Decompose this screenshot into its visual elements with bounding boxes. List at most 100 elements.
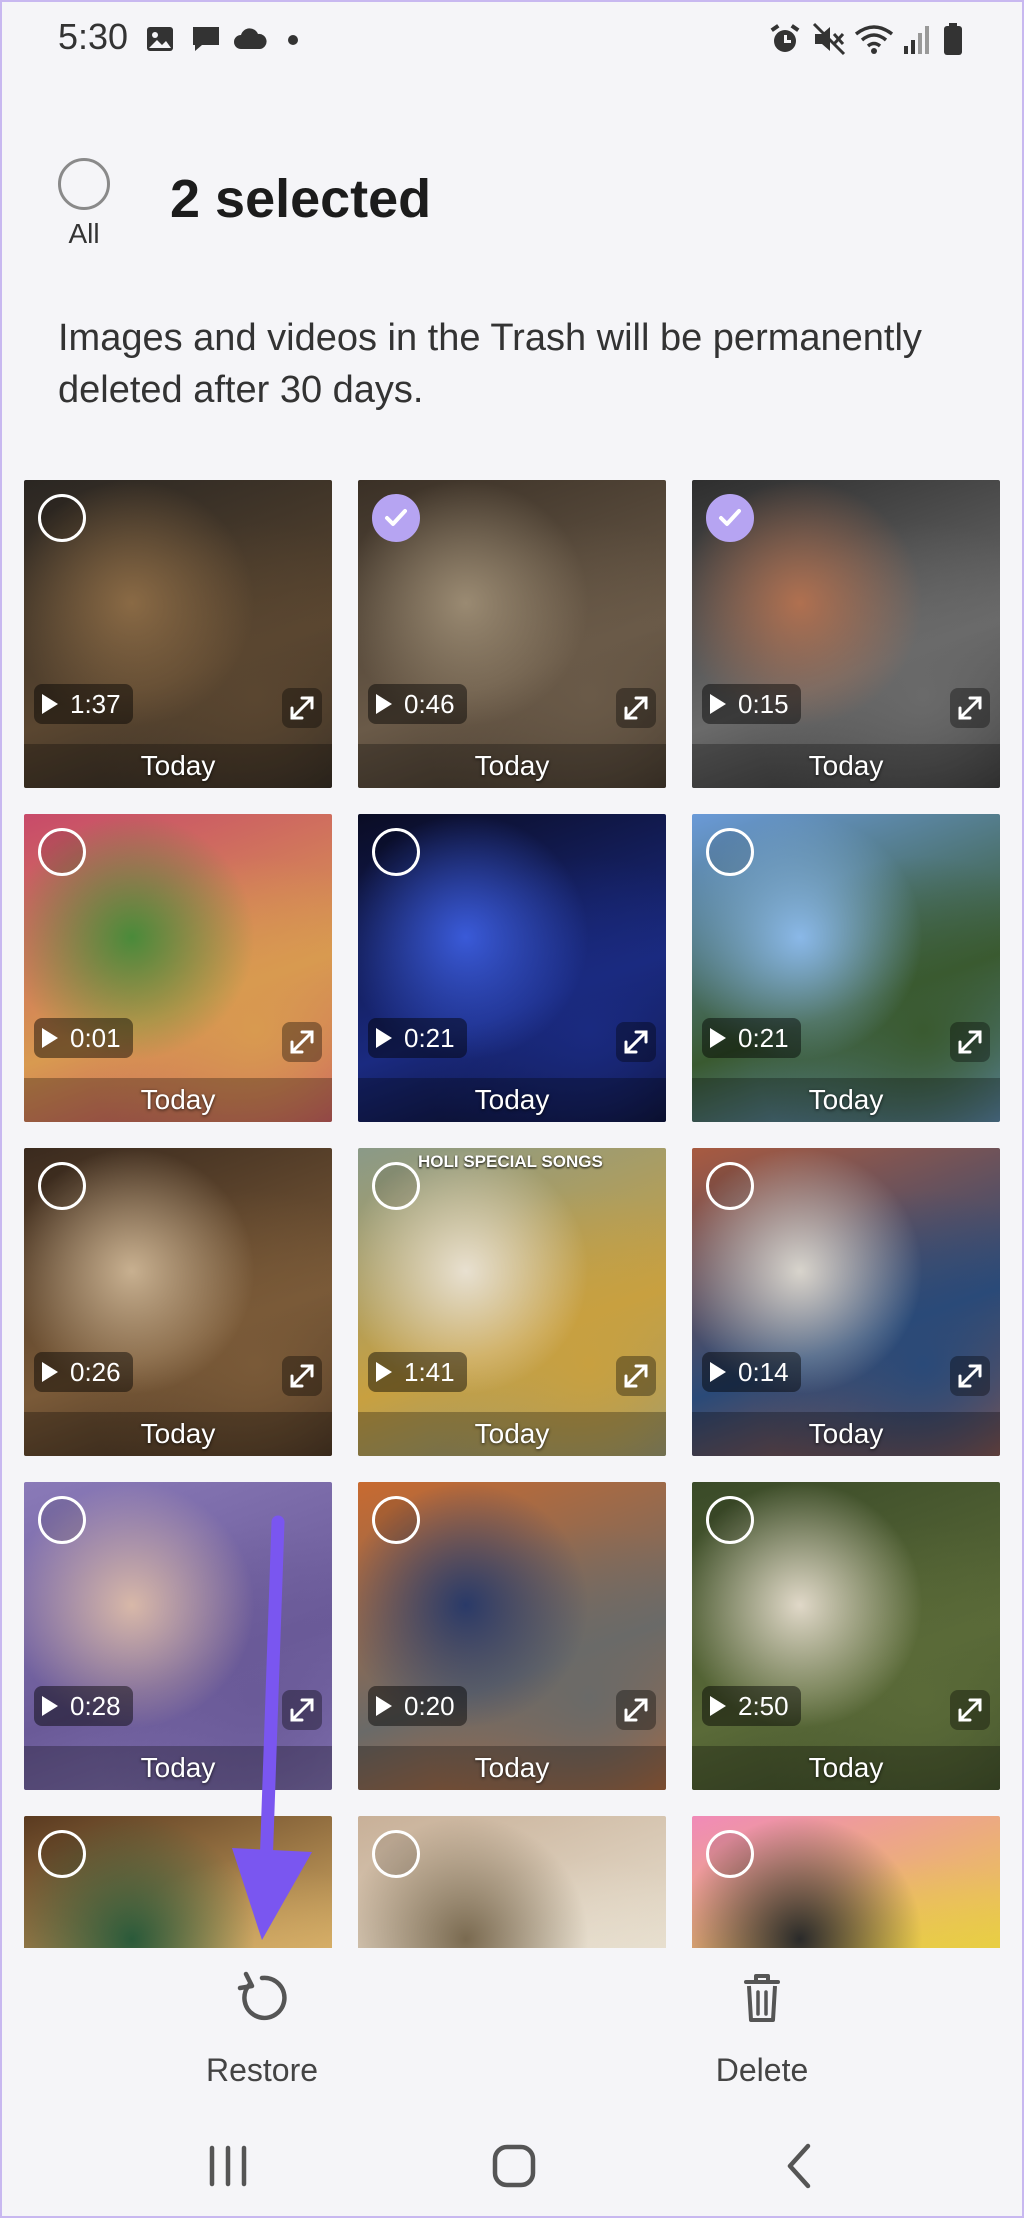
- cloud-icon: [234, 28, 267, 49]
- expand-icon[interactable]: [282, 1690, 322, 1730]
- duration-text: 0:01: [70, 1023, 121, 1053]
- expand-icon[interactable]: [950, 1022, 990, 1062]
- expand-icon[interactable]: [282, 1022, 322, 1062]
- video-duration-badge: 1:41: [368, 1352, 467, 1392]
- message-icon: [193, 27, 219, 51]
- tile-checkbox[interactable]: [372, 1830, 420, 1878]
- media-tile[interactable]: 0:28 Today: [24, 1482, 332, 1790]
- video-duration-badge: 1:37: [34, 684, 133, 724]
- play-icon: [376, 694, 392, 714]
- media-tile[interactable]: 0:20 Today: [358, 1482, 666, 1790]
- selected-count-title: 2 selected: [170, 169, 432, 229]
- expand-icon[interactable]: [950, 1356, 990, 1396]
- trash-icon: [744, 1974, 780, 2022]
- expand-icon[interactable]: [282, 1356, 322, 1396]
- play-icon: [710, 1028, 726, 1048]
- play-icon: [42, 1362, 58, 1382]
- media-tile[interactable]: [24, 1816, 332, 1950]
- tile-checkbox-checked[interactable]: [706, 494, 754, 542]
- video-duration-badge: 0:01: [34, 1018, 133, 1058]
- tile-checkbox[interactable]: [372, 1496, 420, 1544]
- dot-icon: [288, 35, 298, 45]
- duration-text: 0:20: [404, 1691, 455, 1721]
- media-tile[interactable]: 0:14 Today: [692, 1148, 1000, 1456]
- select-all-checkbox[interactable]: [58, 158, 110, 210]
- tile-date: Today: [808, 1418, 884, 1449]
- media-tile[interactable]: 0:26 Today: [24, 1148, 332, 1456]
- back-icon[interactable]: [770, 2136, 830, 2196]
- play-icon: [710, 694, 726, 714]
- media-tile[interactable]: 2:50 Today: [692, 1482, 1000, 1790]
- tile-date: Today: [140, 1752, 216, 1783]
- tile-checkbox[interactable]: [706, 828, 754, 876]
- system-nav-bar: [0, 2108, 1024, 2218]
- tile-checkbox[interactable]: [706, 1830, 754, 1878]
- video-duration-badge: 0:26: [34, 1352, 133, 1392]
- duration-text: 1:41: [404, 1357, 455, 1387]
- play-icon: [42, 1696, 58, 1716]
- tile-checkbox[interactable]: [38, 1162, 86, 1210]
- restore-label: Restore: [205, 2052, 319, 2088]
- media-tile[interactable]: 0:46 Today: [358, 480, 666, 788]
- expand-icon[interactable]: [616, 1022, 656, 1062]
- tile-checkbox[interactable]: [372, 1162, 420, 1210]
- delete-label: Delete: [715, 2052, 809, 2088]
- tile-date: Today: [474, 1418, 550, 1449]
- play-icon: [376, 1696, 392, 1716]
- media-tile[interactable]: 0:15 Today: [692, 480, 1000, 788]
- tile-checkbox[interactable]: [372, 828, 420, 876]
- tile-date: Today: [140, 1418, 216, 1449]
- media-tile[interactable]: HOLI SPECIAL SONGS 1:41 Today: [358, 1148, 666, 1456]
- media-tile[interactable]: 1:37 Today: [24, 480, 332, 788]
- video-duration-badge: 0:21: [368, 1018, 467, 1058]
- status-time: 5:30: [58, 16, 129, 57]
- tile-checkbox-checked[interactable]: [372, 494, 420, 542]
- duration-text: 0:21: [738, 1023, 789, 1053]
- status-bar: 5:30: [0, 0, 1024, 76]
- battery-icon: [944, 23, 962, 55]
- duration-text: 0:26: [70, 1357, 121, 1387]
- duration-text: 1:37: [70, 689, 121, 719]
- media-tile[interactable]: 0:21 Today: [692, 814, 1000, 1122]
- check-icon: [385, 509, 407, 526]
- tile-checkbox[interactable]: [706, 1496, 754, 1544]
- play-icon: [710, 1362, 726, 1382]
- media-tile[interactable]: [358, 1816, 666, 1950]
- video-duration-badge: 2:50: [702, 1686, 801, 1726]
- expand-icon[interactable]: [616, 688, 656, 728]
- video-duration-badge: 0:46: [368, 684, 467, 724]
- trash-notice: Images and videos in the Trash will be p…: [58, 317, 922, 411]
- expand-icon[interactable]: [616, 1690, 656, 1730]
- restore-icon: [237, 1971, 287, 2021]
- media-tile[interactable]: 0:01 Today: [24, 814, 332, 1122]
- expand-icon[interactable]: [616, 1356, 656, 1396]
- tile-overlay-text: HOLI SPECIAL SONGS: [418, 1152, 603, 1171]
- gallery-icon: [147, 27, 173, 51]
- tile-date: Today: [808, 750, 884, 781]
- play-icon: [710, 1696, 726, 1716]
- expand-icon[interactable]: [950, 688, 990, 728]
- home-icon[interactable]: [484, 2136, 544, 2196]
- delete-button[interactable]: Delete: [662, 1968, 862, 2088]
- duration-text: 2:50: [738, 1691, 789, 1721]
- tile-date: Today: [808, 1084, 884, 1115]
- wifi-icon: [854, 25, 894, 54]
- recents-icon[interactable]: [198, 2136, 258, 2196]
- media-tile[interactable]: [692, 1816, 1000, 1950]
- video-duration-badge: 0:14: [702, 1352, 801, 1392]
- restore-button[interactable]: Restore: [162, 1968, 362, 2088]
- tile-date: Today: [140, 1084, 216, 1115]
- tile-checkbox[interactable]: [38, 1830, 86, 1878]
- tile-date: Today: [808, 1752, 884, 1783]
- tile-checkbox[interactable]: [38, 828, 86, 876]
- duration-text: 0:15: [738, 689, 789, 719]
- expand-icon[interactable]: [950, 1690, 990, 1730]
- duration-text: 0:28: [70, 1691, 121, 1721]
- expand-icon[interactable]: [282, 688, 322, 728]
- tile-checkbox[interactable]: [38, 494, 86, 542]
- play-icon: [42, 1028, 58, 1048]
- tile-checkbox[interactable]: [706, 1162, 754, 1210]
- play-icon: [42, 694, 58, 714]
- tile-checkbox[interactable]: [38, 1496, 86, 1544]
- media-tile[interactable]: 0:21 Today: [358, 814, 666, 1122]
